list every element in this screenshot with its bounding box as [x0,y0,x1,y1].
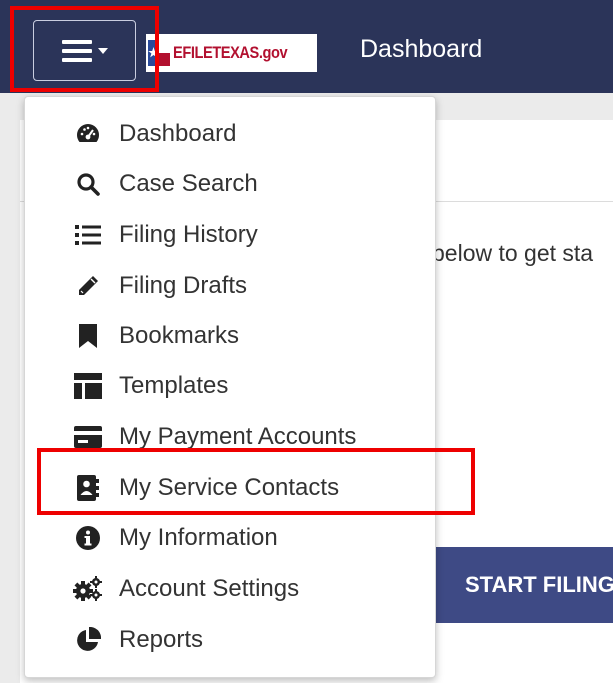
menu-item-filing-history[interactable]: Filing History [25,212,437,258]
menu-item-label: Bookmarks [119,322,240,349]
menu-item-label: Templates [119,372,229,399]
menu-item-templates[interactable]: Templates [25,363,437,409]
menu-item-case-search[interactable]: Case Search [25,161,437,207]
info-circle-icon [73,523,103,553]
menu-item-label: Filing History [119,221,258,248]
intro-text: below to get sta [432,240,594,266]
menu-item-label: My Information [119,524,278,551]
efiletexas-logo[interactable]: EFILETEXAS.gov [146,34,317,72]
highlight-box-service-contacts [37,448,475,515]
menu-item-label: Dashboard [119,120,237,147]
template-icon [73,371,103,401]
tachometer-icon [73,119,103,149]
start-filing-button[interactable]: START FILING [436,547,613,623]
menu-item-label: Account Settings [119,575,300,602]
logo-text: EFILETEXAS.gov [173,43,288,62]
nav-dashboard-link[interactable]: Dashboard [360,35,482,64]
menu-item-filing-drafts[interactable]: Filing Drafts [25,263,437,309]
highlight-box-menu-button [10,6,159,92]
menu-item-my-information[interactable]: My Information [25,515,437,561]
pencil-icon [73,271,103,301]
menu-item-reports[interactable]: Reports [25,617,437,663]
menu-item-label: Filing Drafts [119,272,248,299]
menu-item-dashboard[interactable]: Dashboard [25,111,437,157]
menu-item-account-settings[interactable]: Account Settings [25,566,437,612]
menu-item-label: Case Search [119,170,258,197]
menu-item-bookmarks[interactable]: Bookmarks [25,313,437,359]
menu-item-label: My Payment Accounts [119,423,357,450]
cogs-icon [73,574,103,604]
main-menu-dropdown: Dashboard Case Search Filing History Fil… [24,96,436,678]
list-icon [73,220,103,250]
pie-chart-icon [73,625,103,655]
menu-item-label: Reports [119,626,204,653]
bookmark-icon [73,321,103,351]
search-icon [73,169,103,199]
